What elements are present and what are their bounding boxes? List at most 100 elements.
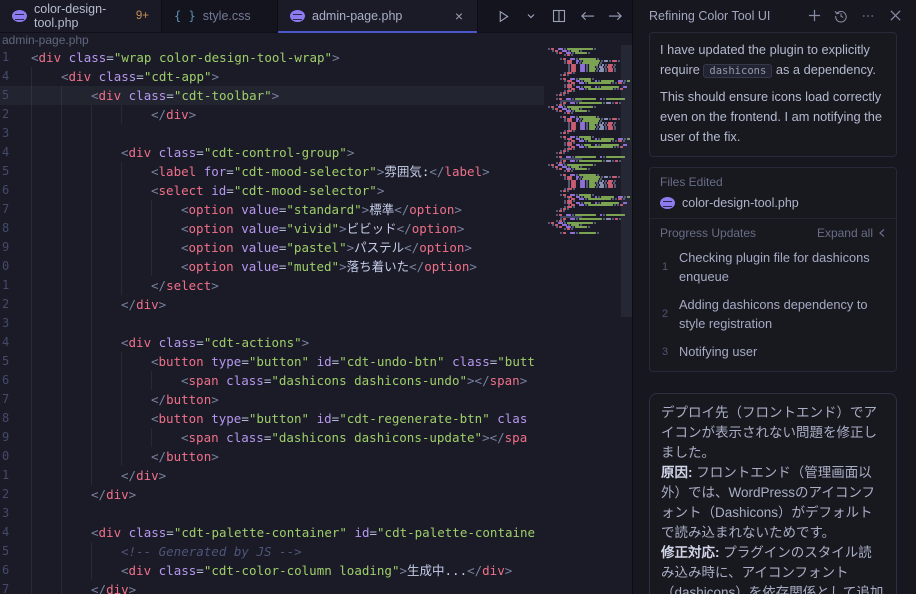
progress-item[interactable]: 2 Adding dashicons dependency to style r… — [660, 295, 886, 333]
panel-more-button[interactable] — [859, 7, 877, 25]
editor-region: color-design-tool.php 9+ { } style.css a… — [0, 0, 632, 594]
code-token: label — [159, 164, 197, 179]
code-token: div — [166, 107, 189, 122]
minimap-token — [579, 102, 602, 104]
minimap-token — [588, 146, 613, 148]
tab-label: admin-page.php — [312, 9, 402, 23]
files-edited-title: Files Edited — [660, 175, 886, 189]
minimap-token — [560, 74, 562, 76]
editor-scrollbar[interactable] — [621, 45, 632, 317]
minimap-token — [548, 48, 550, 50]
indent-guide — [91, 428, 121, 447]
progress-item[interactable]: 1 Checking plugin file for dashicons enq… — [660, 248, 886, 286]
minimap-token — [605, 186, 607, 188]
minimap-token — [609, 60, 611, 62]
minimap-token — [576, 82, 578, 84]
code-lines[interactable]: 1<div class="wrap color-design-tool-wrap… — [0, 48, 544, 594]
code-token: </ — [121, 297, 136, 312]
code-token: div — [99, 88, 122, 103]
code-token: < — [91, 525, 99, 540]
minimap-token — [576, 204, 578, 206]
minimap-token — [589, 186, 595, 188]
expand-all-button[interactable]: Expand all — [817, 226, 886, 240]
history-button[interactable] — [832, 7, 850, 25]
close-tab-icon[interactable]: × — [453, 7, 465, 25]
code-line: 1</select> — [0, 276, 544, 295]
minimap-token — [612, 60, 617, 62]
indent-guide — [61, 276, 91, 295]
code-token: = — [370, 525, 378, 540]
code-token: > — [129, 582, 137, 594]
indent-guide — [31, 314, 61, 333]
indent-guide — [61, 523, 91, 542]
close-panel-button[interactable] — [886, 7, 904, 25]
indent-guide — [61, 485, 91, 504]
code-token: class — [452, 354, 490, 369]
code-token: </ — [151, 107, 166, 122]
code-token: </ — [121, 468, 136, 483]
minimap-token — [564, 138, 566, 140]
code-token: = — [166, 525, 174, 540]
tab-admin-page[interactable]: admin-page.php × — [278, 0, 478, 32]
tab-color-design-tool[interactable]: color-design-tool.php 9+ — [0, 0, 162, 32]
minimap-token — [596, 70, 598, 72]
code-area[interactable]: 1<div class="wrap color-design-tool-wrap… — [0, 48, 632, 594]
new-chat-button[interactable] — [805, 7, 823, 25]
minimap[interactable] — [546, 48, 630, 234]
minimap-token — [563, 94, 565, 96]
minimap-token — [599, 70, 604, 72]
panel-title: Refining Color Tool UI — [649, 9, 805, 23]
code-line: 8<option value="vivid">ビビッド</option> — [0, 219, 544, 238]
code-token: < — [181, 221, 189, 236]
code-token: "cdt-actions" — [204, 335, 302, 350]
code-token — [309, 354, 317, 369]
run-dropdown-chevron-icon[interactable] — [520, 5, 542, 27]
code-line-content: </div> — [15, 295, 166, 314]
code-token: </ — [91, 487, 106, 502]
code-token: > — [211, 449, 219, 464]
line-number: 0 — [0, 447, 15, 466]
line-number: 2 — [0, 295, 15, 314]
minimap-token — [586, 128, 588, 130]
indent-guide — [61, 257, 91, 276]
split-editor-button[interactable] — [548, 5, 570, 27]
indent-guide — [151, 257, 181, 276]
progress-item[interactable]: 3 Notifying user — [660, 342, 886, 361]
indent-guide — [61, 219, 91, 238]
indent-guide — [31, 561, 61, 580]
panel-body: I have updated the plugin to explicitly … — [633, 31, 916, 594]
minimap-token — [564, 202, 566, 204]
minimap-token — [560, 116, 562, 118]
minimap-token — [604, 176, 608, 178]
line-number: 5 — [0, 352, 15, 371]
edited-file-row[interactable]: color-design-tool.php — [660, 196, 886, 210]
indent-guide — [91, 409, 121, 428]
files-edited-section: Files Edited color-design-tool.php — [650, 168, 896, 218]
indent-guide — [91, 181, 121, 200]
minimap-token — [606, 102, 611, 104]
indent-guide — [121, 257, 151, 276]
code-token: = — [136, 69, 144, 84]
code-token: div — [136, 468, 159, 483]
line-number: 4 — [0, 143, 15, 162]
minimap-token — [615, 160, 618, 162]
minimap-token — [575, 110, 587, 112]
tab-style-css[interactable]: { } style.css — [162, 0, 278, 32]
minimap-token — [575, 52, 587, 54]
code-token: option — [412, 221, 457, 236]
code-token: div — [69, 69, 92, 84]
code-line: 5<!-- Generated by JS --> — [0, 542, 544, 561]
code-token: < — [121, 563, 129, 578]
indent-guide — [61, 390, 91, 409]
run-button[interactable] — [492, 5, 514, 27]
breadcrumb[interactable]: admin-page.php — [0, 33, 632, 48]
navigate-forward-button[interactable] — [604, 5, 626, 27]
code-token: > — [339, 259, 347, 274]
indent-guide — [61, 428, 91, 447]
minimap-token — [567, 170, 570, 172]
code-line: 7</div> — [0, 580, 544, 594]
code-line: 3 — [0, 314, 544, 333]
code-line-content: <div class="cdt-toolbar"> — [15, 86, 279, 105]
minimap-token — [560, 190, 562, 192]
navigate-back-button[interactable] — [576, 5, 598, 27]
